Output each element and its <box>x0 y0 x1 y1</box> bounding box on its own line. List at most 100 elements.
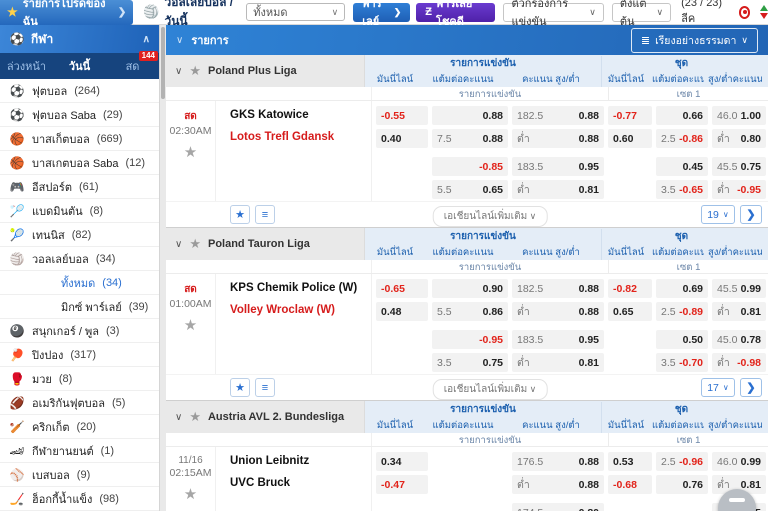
set-odds-over[interactable]: 45.50.99 <box>712 279 766 298</box>
league-favorite-star-icon[interactable]: ★ <box>189 63 201 79</box>
odds-moneyline-away[interactable]: 0.40 <box>376 129 428 148</box>
match-favorite-star-icon[interactable]: ★ <box>166 316 215 334</box>
set-odds-moneyline-home[interactable]: 0.53 <box>608 452 652 471</box>
sidebar-item[interactable]: 🏀 บาสเกตบอล Saba (12) <box>0 151 159 175</box>
from-start-dropdown[interactable]: ตั้งแต่ต้น <box>612 3 671 22</box>
away-team[interactable]: Volley Wroclaw (W) <box>230 304 363 316</box>
sidebar-item[interactable]: 🏓 ปิงปอง (317) <box>0 343 159 367</box>
target-icon[interactable] <box>739 6 750 19</box>
competition-filter-select[interactable]: ทั้งหมด <box>246 3 345 21</box>
league-title-cell[interactable]: ∨ ★ Poland Tauron Liga <box>166 228 365 260</box>
alt-set-odds-handicap-home[interactable]: 0.50 <box>656 330 708 349</box>
set-odds-handicap-away[interactable]: 2.5-0.86 <box>656 129 708 148</box>
parlay-button[interactable]: พาร์เลย์ <box>353 3 410 22</box>
match-filter-dropdown[interactable]: ตัวกรองการแข่งขัน <box>503 3 603 22</box>
away-team[interactable]: UVC Bruck <box>230 477 363 489</box>
sidebar-item[interactable]: 🏏 คริกเก็ต (20) <box>0 415 159 439</box>
odds-over[interactable]: 176.50.88 <box>512 452 604 471</box>
alt-odds-handicap-away[interactable]: 5.50.65 <box>432 180 508 199</box>
alt-set-odds-handicap-home[interactable]: 0.45 <box>656 157 708 176</box>
alt-set-odds-under[interactable]: ต่ำ-0.98 <box>712 353 766 372</box>
alt-odds-over[interactable]: 183.50.95 <box>512 330 604 349</box>
chevron-down-icon[interactable]: ∨ <box>175 412 182 423</box>
alt-set-odds-over[interactable]: 45.00.78 <box>712 330 766 349</box>
set-odds-handicap-home[interactable]: 0.66 <box>656 106 708 125</box>
league-title-cell[interactable]: ∨ ★ Austria AVL 2. Bundesliga <box>166 401 365 433</box>
home-team[interactable]: GKS Katowice <box>230 109 363 121</box>
favorite-star-button[interactable]: ★ <box>230 378 250 397</box>
sidebar-item[interactable]: มิกซ์ พาร์เลย์ (39) <box>0 295 159 319</box>
set-odds-handicap-home[interactable]: 2.5-0.96 <box>656 452 708 471</box>
chevron-down-icon[interactable]: ∨ <box>175 239 182 250</box>
alt-odds-under[interactable]: ต่ำ0.81 <box>512 353 604 372</box>
odds-handicap-home[interactable]: 0.88 <box>432 106 508 125</box>
set-odds-under[interactable]: ต่ำ0.80 <box>712 129 766 148</box>
away-team[interactable]: Lotos Trefl Gdansk <box>230 131 363 143</box>
odds-moneyline-home[interactable]: -0.65 <box>376 279 428 298</box>
alt-odds-under[interactable]: ต่ำ0.81 <box>512 180 604 199</box>
alt-set-odds-under[interactable]: ต่ำ-0.95 <box>712 180 766 199</box>
sidebar-item[interactable]: 🏸 แบดมินตัน (8) <box>0 199 159 223</box>
league-favorite-star-icon[interactable]: ★ <box>189 236 201 252</box>
chevron-down-icon[interactable]: ∨ <box>175 66 182 77</box>
home-team[interactable]: KPS Chemik Police (W) <box>230 282 363 294</box>
tab-live[interactable]: สด 144 <box>106 51 159 81</box>
set-odds-handicap-home[interactable]: 0.69 <box>656 279 708 298</box>
alt-odds-handicap-home[interactable]: -0.85 <box>432 157 508 176</box>
set-odds-handicap-away[interactable]: 2.5-0.89 <box>656 302 708 321</box>
sidebar-item[interactable]: 🎾 เทนนิส (82) <box>0 223 159 247</box>
chevron-down-icon[interactable]: ∨ <box>176 35 183 46</box>
statistics-list-button[interactable]: ≡ <box>255 378 275 397</box>
league-title-cell[interactable]: ∨ ★ Poland Plus Liga <box>166 55 365 87</box>
sidebar-header-sports[interactable]: ⚽ กีฬา ∧ <box>0 25 159 53</box>
odds-moneyline-home[interactable]: -0.55 <box>376 106 428 125</box>
set-odds-under[interactable]: ต่ำ0.81 <box>712 302 766 321</box>
set-odds-moneyline-away[interactable]: 0.65 <box>608 302 652 321</box>
sidebar-item[interactable]: ⚾ เบสบอล (9) <box>0 463 159 487</box>
sidebar-item[interactable]: 🏀 บาสเก็ตบอล (669) <box>0 127 159 151</box>
set-odds-handicap-away[interactable]: 0.76 <box>656 475 708 494</box>
odds-handicap-home[interactable]: 0.90 <box>432 279 508 298</box>
odds-over[interactable]: 182.50.88 <box>512 106 604 125</box>
set-odds-over[interactable]: 46.01.00 <box>712 106 766 125</box>
tab-today[interactable]: วันนี้ <box>53 51 106 81</box>
more-asian-lines-button[interactable]: เอเชียนไลน์เพิ่มเติม <box>433 379 548 400</box>
odds-handicap-away[interactable]: 5.50.86 <box>432 302 508 321</box>
odds-over[interactable]: 182.50.88 <box>512 279 604 298</box>
odds-moneyline-away[interactable]: 0.48 <box>376 302 428 321</box>
tab-early[interactable]: ล่วงหน้า <box>0 51 53 81</box>
odds-under[interactable]: ต่ำ0.88 <box>512 302 604 321</box>
alt-odds-over[interactable]: 183.50.95 <box>512 157 604 176</box>
match-favorite-star-icon[interactable]: ★ <box>166 143 215 161</box>
more-markets-dropdown[interactable]: 17 <box>701 378 735 397</box>
odds-under[interactable]: ต่ำ0.88 <box>512 475 604 494</box>
alt-odds-over[interactable]: 174.50.80 <box>512 503 604 511</box>
sidebar-item[interactable]: 🎮 อีสปอร์ต (61) <box>0 175 159 199</box>
home-team[interactable]: Union Leibnitz <box>230 455 363 467</box>
sidebar-item[interactable]: 🎱 สนุกเกอร์ / พูล (3) <box>0 319 159 343</box>
set-odds-moneyline-home[interactable]: -0.77 <box>608 106 652 125</box>
set-odds-moneyline-home[interactable]: -0.82 <box>608 279 652 298</box>
favorites-button[interactable]: ★ รายการโปรดของฉัน ❯ <box>0 0 133 25</box>
sidebar-item[interactable]: ⚽ ฟุตบอล (264) <box>0 79 159 103</box>
match-favorite-star-icon[interactable]: ★ <box>166 485 215 503</box>
favorite-star-button[interactable]: ★ <box>230 205 250 224</box>
more-asian-lines-button[interactable]: เอเชียนไลน์เพิ่มเติม <box>433 206 548 227</box>
lucky-parlay-button[interactable]: พาร์เลย์โชคดี <box>416 3 495 22</box>
sidebar-item[interactable]: 🥊 มวย (8) <box>0 367 159 391</box>
sidebar-item[interactable]: 🏎 กีฬายานยนต์ (1) <box>0 439 159 463</box>
alt-odds-handicap-away[interactable]: 3.50.75 <box>432 353 508 372</box>
alt-set-odds-over[interactable]: 45.50.75 <box>712 157 766 176</box>
alt-set-odds-handicap-away[interactable]: 3.5-0.70 <box>656 353 708 372</box>
odds-movement-icon[interactable] <box>760 5 768 19</box>
sidebar-item[interactable]: ทั้งหมด (34) <box>0 271 159 295</box>
scrollbar-thumb[interactable] <box>161 27 165 99</box>
alt-set-odds-handicap-away[interactable]: 3.5-0.65 <box>656 180 708 199</box>
more-markets-dropdown[interactable]: 19 <box>701 205 735 224</box>
odds-under[interactable]: ต่ำ0.88 <box>512 129 604 148</box>
sort-button[interactable]: เรียงอย่างธรรมดา <box>631 28 758 53</box>
statistics-list-button[interactable]: ≡ <box>255 205 275 224</box>
odds-handicap-away[interactable]: 7.50.88 <box>432 129 508 148</box>
set-odds-moneyline-away[interactable]: 0.60 <box>608 129 652 148</box>
league-favorite-star-icon[interactable]: ★ <box>189 409 201 425</box>
